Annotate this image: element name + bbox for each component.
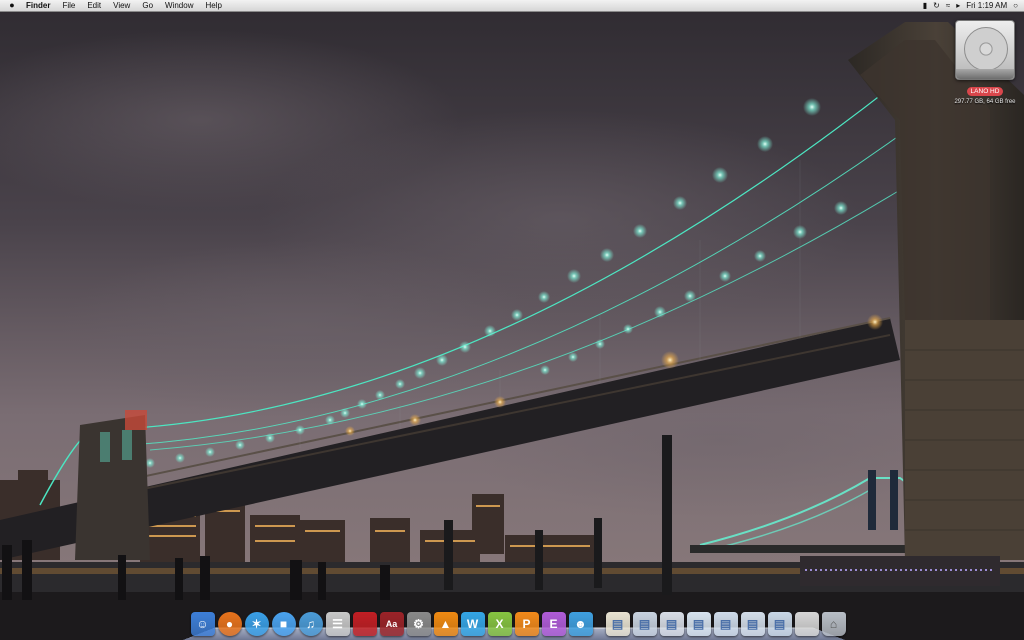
safari-icon[interactable]: ✶ — [244, 612, 269, 636]
apple-menu-icon[interactable]: ● — [4, 0, 20, 11]
pictures-folder-icon[interactable]: ▤ — [740, 612, 765, 636]
messenger-icon[interactable]: ☻ — [568, 612, 593, 636]
itunes-icon[interactable]: ♫ — [298, 612, 323, 636]
documents-folder-icon[interactable]: ▤ — [632, 612, 657, 636]
menu-edit[interactable]: Edit — [81, 0, 107, 11]
menu-go[interactable]: Go — [136, 0, 159, 11]
status-area: ▮ ↻ ≈ ▸ Fri 1:19 AM ○ — [923, 0, 1024, 11]
photo-booth-icon[interactable] — [352, 612, 377, 636]
preferences-icon[interactable]: ⚙ — [406, 612, 431, 636]
bluetooth-icon[interactable]: ▮ — [923, 0, 927, 11]
letter-w-icon[interactable]: W — [460, 612, 485, 636]
trash-icon[interactable]: ⌂ — [821, 612, 846, 636]
hard-drive-icon[interactable] — [955, 20, 1015, 80]
letter-x-icon[interactable]: X — [487, 612, 512, 636]
menu-file[interactable]: File — [56, 0, 81, 11]
sites-folder-icon[interactable]: ▤ — [767, 612, 792, 636]
screen-window-icon[interactable] — [794, 612, 819, 636]
library-folder-icon[interactable]: ▤ — [659, 612, 684, 636]
applications-folder-icon[interactable]: ▤ — [605, 612, 630, 636]
calculator-icon[interactable]: ☰ — [325, 612, 350, 636]
letter-p-icon[interactable]: P — [514, 612, 539, 636]
desktop-wallpaper — [0, 0, 1024, 640]
wifi-icon[interactable]: ≈ — [946, 0, 950, 11]
music-folder-icon[interactable]: ▤ — [713, 612, 738, 636]
hard-drive-info: 297.77 GB, 64 GB free — [954, 99, 1016, 105]
facetime-icon[interactable]: ■ — [271, 612, 296, 636]
menu-app-finder[interactable]: Finder — [20, 0, 56, 11]
firefox-icon[interactable]: ● — [217, 612, 242, 636]
vlc-icon[interactable]: ▲ — [433, 612, 458, 636]
hard-drive-label[interactable]: LANO HD — [966, 87, 1004, 96]
menu-help[interactable]: Help — [199, 0, 227, 11]
dictionary-icon[interactable]: Aa — [379, 612, 404, 636]
letter-e-icon[interactable]: E — [541, 612, 566, 636]
drive-capacity: 297.77 GB — [954, 99, 984, 105]
menu-view[interactable]: View — [107, 0, 136, 11]
menu-clock[interactable]: Fri 1:19 AM — [966, 0, 1007, 11]
downloads-folder-icon[interactable]: ▤ — [686, 612, 711, 636]
dock: ☺ ● ✶ ■ ♫ ☰ Aa ⚙ ▲ W X P E ☻ ▤ ▤ ▤ ▤ ▤ ▤ ▤ ⌂ — [183, 604, 846, 640]
dock-items: ☺ ● ✶ ■ ♫ ☰ Aa ⚙ ▲ W X P E ☻ ▤ ▤ ▤ ▤ ▤ ▤ ▤ ⌂ — [183, 604, 846, 636]
volume-icon[interactable]: ▸ — [956, 0, 960, 11]
time-machine-icon[interactable]: ↻ — [933, 0, 940, 11]
spotlight-icon[interactable]: ○ — [1013, 0, 1018, 11]
finder-icon[interactable]: ☺ — [190, 612, 215, 636]
menu-window[interactable]: Window — [159, 0, 199, 11]
hard-drive-desktop-icon[interactable]: LANO HD 297.77 GB, 64 GB free — [950, 20, 1020, 105]
menu-bar: ● Finder File Edit View Go Window Help ▮… — [0, 0, 1024, 12]
drive-free: 64 GB free — [986, 99, 1016, 105]
